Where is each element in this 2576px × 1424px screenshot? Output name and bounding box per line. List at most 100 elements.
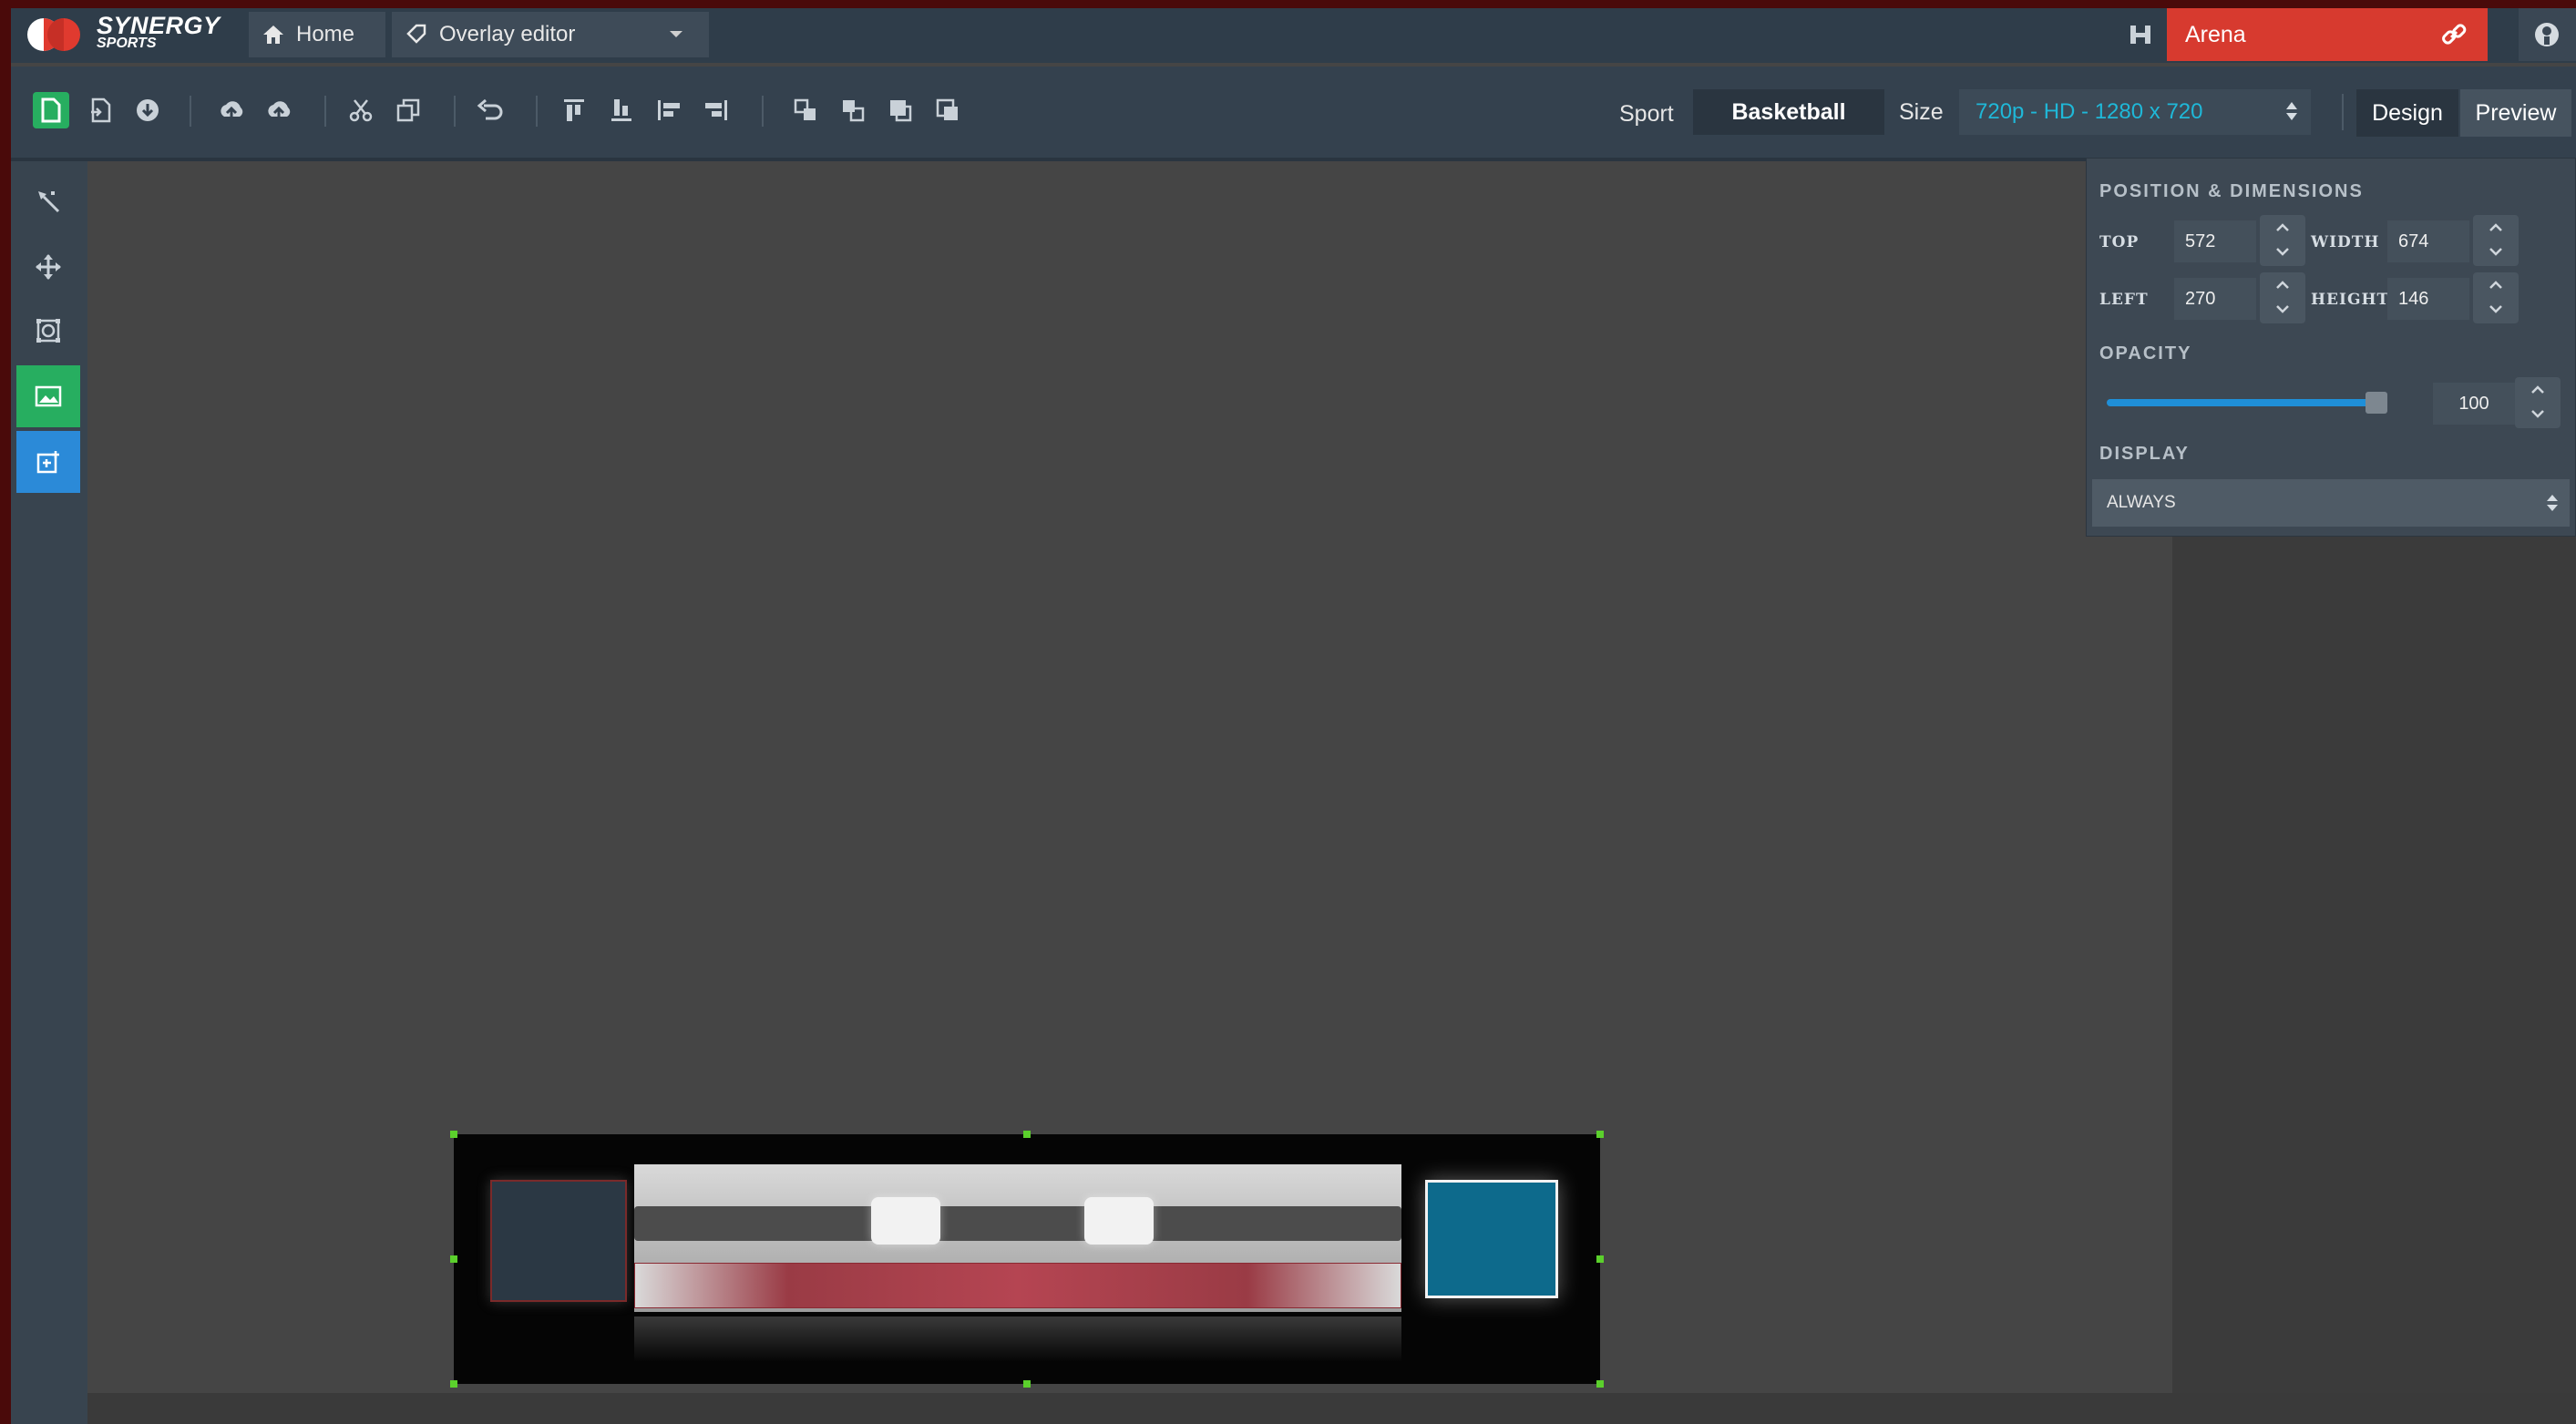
link-icon[interactable] xyxy=(2440,21,2468,48)
overlay-editor-dropdown[interactable]: Overlay editor xyxy=(392,12,709,57)
left-label: LEFT xyxy=(2099,291,2149,309)
chevron-down-icon[interactable] xyxy=(2273,300,2292,318)
send-backward-button[interactable] xyxy=(835,92,871,128)
height-stepper[interactable] xyxy=(2473,272,2519,323)
height-label: HEIGHT xyxy=(2311,291,2390,309)
import-button[interactable] xyxy=(82,92,118,128)
undo-button[interactable] xyxy=(472,92,508,128)
bring-to-front-button[interactable] xyxy=(882,92,919,128)
select-icon xyxy=(38,191,60,213)
image-icon xyxy=(35,385,62,407)
opacity-slider-handle[interactable] xyxy=(2366,392,2387,414)
left-team-box xyxy=(490,1180,627,1302)
height-input[interactable]: 146 xyxy=(2387,278,2469,320)
bring-to-front-icon xyxy=(890,100,912,122)
align-left-button[interactable] xyxy=(651,92,687,128)
home-button[interactable]: Home xyxy=(249,12,385,57)
resize-handle-bottom-left[interactable] xyxy=(450,1380,457,1388)
align-top-icon xyxy=(564,99,584,121)
user-account-button[interactable] xyxy=(2519,8,2576,61)
opacity-input[interactable]: 100 xyxy=(2433,383,2515,425)
move-tool[interactable] xyxy=(16,236,80,298)
copy-button[interactable] xyxy=(390,92,426,128)
resize-handle-top-right[interactable] xyxy=(1596,1131,1604,1138)
add-element-icon xyxy=(36,451,59,474)
resize-handle-right[interactable] xyxy=(1596,1255,1604,1263)
opacity-slider-track[interactable] xyxy=(2107,399,2376,406)
left-input[interactable]: 270 xyxy=(2174,278,2256,320)
resize-handle-bottom-right[interactable] xyxy=(1596,1380,1604,1388)
cut-icon xyxy=(349,99,373,122)
logo-line-1: SYNERGY xyxy=(97,12,221,39)
chevron-down-icon[interactable] xyxy=(2487,300,2505,318)
transform-tool[interactable] xyxy=(16,300,80,362)
opacity-stepper[interactable] xyxy=(2515,377,2561,428)
image-tool[interactable] xyxy=(16,365,80,427)
design-mode-button[interactable]: Design xyxy=(2356,89,2458,137)
resize-handle-top-left[interactable] xyxy=(450,1131,457,1138)
select-tool[interactable] xyxy=(16,170,80,232)
new-document-button[interactable] xyxy=(33,92,69,128)
download-icon xyxy=(137,99,159,121)
chevron-up-icon[interactable] xyxy=(2487,276,2505,294)
overlay-scoreboard-element[interactable] xyxy=(450,1131,1604,1388)
left-stepper[interactable] xyxy=(2260,272,2305,323)
display-title: DISPLAY xyxy=(2099,444,2190,464)
cut-button[interactable] xyxy=(343,92,379,128)
upload-icon xyxy=(221,101,243,119)
align-right-icon xyxy=(705,100,727,120)
top-stepper[interactable] xyxy=(2260,215,2305,266)
venue-selector[interactable]: Arena xyxy=(2167,8,2488,61)
synergy-logo-icon xyxy=(27,18,80,51)
top-input[interactable]: 572 xyxy=(2174,220,2256,262)
send-to-back-button[interactable] xyxy=(929,92,966,128)
bring-forward-button[interactable] xyxy=(787,92,824,128)
updown-arrows-icon xyxy=(2286,102,2297,120)
resize-handle-top[interactable] xyxy=(1023,1131,1031,1138)
sport-label: Sport xyxy=(1619,101,1674,127)
upload-button[interactable] xyxy=(213,92,250,128)
chevron-up-icon[interactable] xyxy=(2273,219,2292,237)
scoreboard-bar xyxy=(634,1206,1401,1241)
overlay-editor-label: Overlay editor xyxy=(439,22,576,46)
send-backward-icon xyxy=(843,100,865,122)
sport-selector[interactable]: Basketball xyxy=(1693,89,1884,135)
transform-icon xyxy=(36,319,60,343)
upload-alt-button[interactable] xyxy=(261,92,297,128)
display-value: ALWAYS xyxy=(2107,493,2176,512)
display-select[interactable]: ALWAYS xyxy=(2092,479,2570,527)
top-label: TOP xyxy=(2099,233,2140,251)
chevron-up-icon[interactable] xyxy=(2529,381,2547,399)
upload-alt-icon xyxy=(268,101,291,119)
chevron-down-icon[interactable] xyxy=(2487,242,2505,261)
chevron-down-icon[interactable] xyxy=(2273,242,2292,261)
width-input[interactable]: 674 xyxy=(2387,220,2469,262)
size-label: Size xyxy=(1899,99,1944,125)
size-select[interactable]: 720p - HD - 1280 x 720 xyxy=(1959,89,2311,135)
chevron-down-icon[interactable] xyxy=(2529,405,2547,423)
brand-logo: SYNERGY SPORTS xyxy=(97,14,221,51)
resize-handle-bottom[interactable] xyxy=(1023,1380,1031,1388)
bring-forward-icon xyxy=(794,98,816,120)
toolbar-divider xyxy=(536,96,538,127)
toolbar-divider xyxy=(324,96,326,127)
top-bar: SYNERGY SPORTS Home Overlay editor Arena xyxy=(11,8,2576,63)
align-left-icon xyxy=(658,100,680,120)
updown-arrows-icon xyxy=(2547,495,2558,511)
width-stepper[interactable] xyxy=(2473,215,2519,266)
user-icon xyxy=(2535,23,2559,46)
resize-handle-left[interactable] xyxy=(450,1255,457,1263)
preview-mode-button[interactable]: Preview xyxy=(2460,89,2571,137)
canvas-bottom-edge xyxy=(87,1393,2576,1424)
width-label: WIDTH xyxy=(2311,233,2380,251)
download-button[interactable] xyxy=(129,92,166,128)
chevron-up-icon[interactable] xyxy=(2487,219,2505,237)
toolbar-divider xyxy=(2342,94,2344,130)
move-icon xyxy=(36,254,61,280)
align-bottom-button[interactable] xyxy=(603,92,640,128)
chevron-up-icon[interactable] xyxy=(2273,276,2292,294)
toolbar: Sport Basketball Size 720p - HD - 1280 x… xyxy=(11,67,2576,161)
align-right-button[interactable] xyxy=(698,92,734,128)
align-top-button[interactable] xyxy=(556,92,592,128)
add-element-tool[interactable] xyxy=(16,431,80,493)
